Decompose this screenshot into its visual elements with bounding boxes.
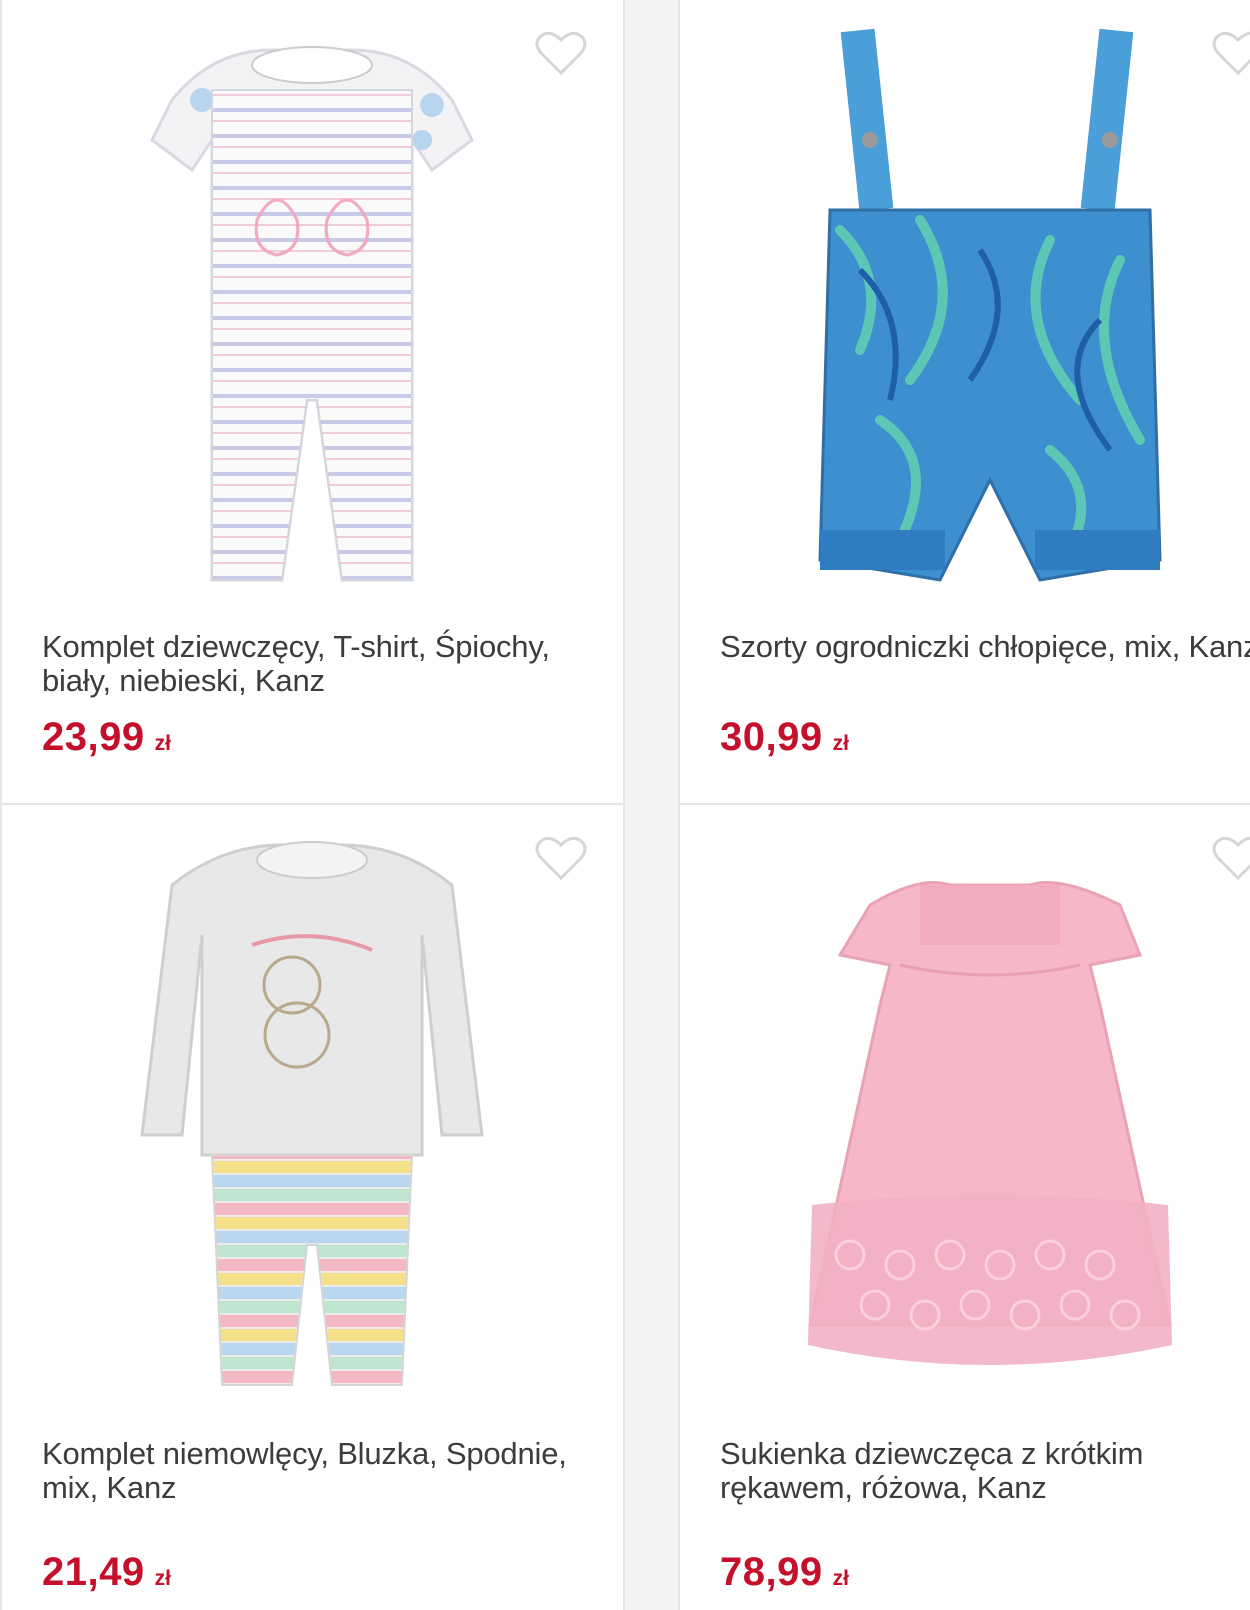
price-currency: zł: [154, 1567, 171, 1590]
product-card[interactable]: Komplet dziewczęcy, T-shirt, Śpiochy, bi…: [0, 0, 625, 803]
romper-set-image[interactable]: [112, 20, 512, 600]
product-title[interactable]: Komplet dziewczęcy, T-shirt, Śpiochy, bi…: [42, 630, 602, 698]
price-currency: zł: [832, 732, 849, 755]
price-amount: 30,99: [720, 715, 823, 759]
product-title[interactable]: Sukienka dziewczęca z krótkim rękawem, r…: [720, 1437, 1250, 1505]
price-currency: zł: [154, 732, 171, 755]
baby-set-image[interactable]: [112, 825, 512, 1405]
price-amount: 78,99: [720, 1550, 823, 1594]
dungaree-shorts-image[interactable]: [800, 20, 1180, 600]
product-card[interactable]: Komplet niemowlęcy, Bluzka, Spodnie, mix…: [0, 805, 625, 1610]
price-currency: zł: [832, 1567, 849, 1590]
product-price: 21,49 zł: [42, 1550, 171, 1595]
product-title[interactable]: Szorty ogrodniczki chłopięce, mix, Kanz: [720, 630, 1250, 664]
product-grid: Komplet dziewczęcy, T-shirt, Śpiochy, bi…: [0, 0, 1250, 1610]
favorite-heart-icon[interactable]: [535, 30, 587, 76]
product-price: 30,99 zł: [720, 715, 849, 760]
price-amount: 21,49: [42, 1550, 145, 1594]
grid-gutter: [625, 0, 678, 1610]
favorite-heart-icon[interactable]: [1212, 30, 1250, 76]
product-title[interactable]: Komplet niemowlęcy, Bluzka, Spodnie, mix…: [42, 1437, 602, 1505]
product-card[interactable]: Szorty ogrodniczki chłopięce, mix, Kanz …: [678, 0, 1250, 803]
price-amount: 23,99: [42, 715, 145, 759]
product-card[interactable]: Sukienka dziewczęca z krótkim rękawem, r…: [678, 805, 1250, 1610]
product-price: 23,99 zł: [42, 715, 171, 760]
pink-dress-image[interactable]: [800, 825, 1180, 1405]
product-price: 78,99 zł: [720, 1550, 849, 1595]
favorite-heart-icon[interactable]: [1212, 835, 1250, 881]
favorite-heart-icon[interactable]: [535, 835, 587, 881]
